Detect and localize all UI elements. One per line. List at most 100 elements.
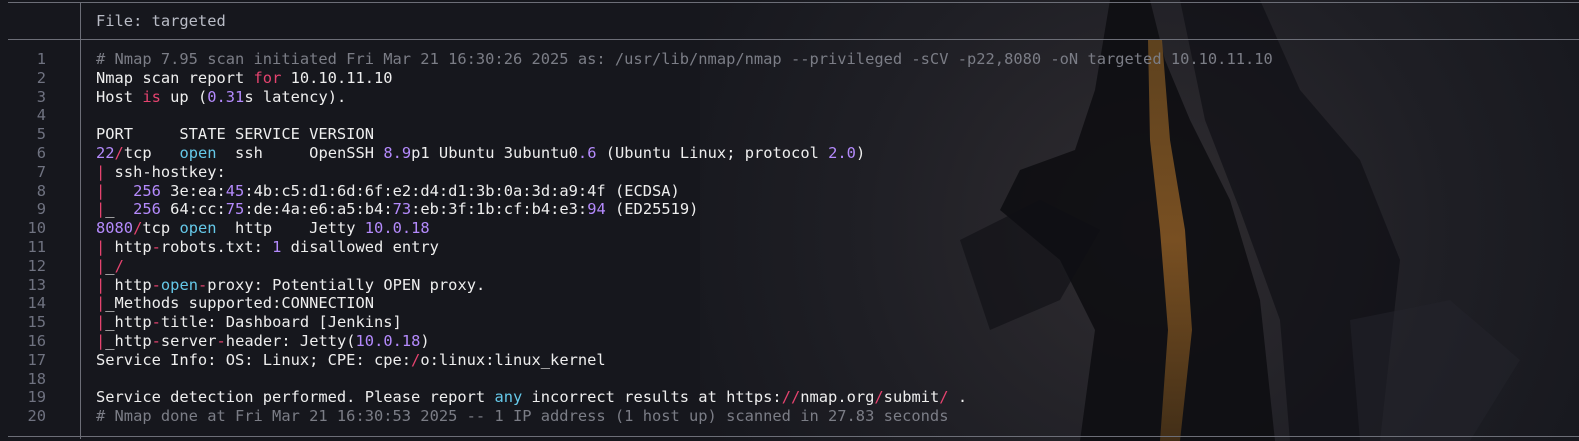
line-text: |_Methods supported:CONNECTION [96, 294, 374, 313]
text-token: | [96, 313, 106, 332]
text-token: // [781, 388, 801, 407]
text-token: http [105, 237, 152, 256]
text-token: _http [105, 331, 152, 350]
line-text: 22/tcp open ssh OpenSSH 8.9p1 Ubuntu 3ub… [96, 144, 865, 163]
text-token: ssh-hostkey: [105, 162, 226, 181]
code-line: 2 Nmap scan report for 10.10.11.10 [0, 69, 1579, 88]
text-token: 73 [392, 200, 412, 219]
code-line: 5 PORT STATE SERVICE VERSION [0, 125, 1579, 144]
line-number: 10 [27, 219, 46, 238]
code-line: 16 |_http-server-header: Jetty(10.0.18) [0, 332, 1579, 351]
text-token: 10.10.11.10 [281, 68, 393, 87]
text-token: 8.9 [383, 143, 412, 162]
text-token: _ [105, 256, 115, 275]
line-text: Nmap scan report for 10.10.11.10 [96, 69, 393, 88]
text-token: | [96, 275, 106, 294]
text-token: # Nmap done at Fri Mar 21 16:30:53 2025 … [96, 407, 949, 426]
code-line: 11 | http-robots.txt: 1 disallowed entry [0, 238, 1579, 257]
text-token: :de:4a:e6:a5:b4: [244, 200, 393, 219]
text-token: | [96, 237, 106, 256]
line-text: Service Info: OS: Linux; CPE: cpe:/o:lin… [96, 351, 606, 370]
text-token: - [151, 313, 161, 332]
code-line: 18 [0, 370, 1579, 389]
text-token: proxy: Potentially OPEN proxy. [207, 275, 486, 294]
text-token: 256 [133, 200, 161, 219]
line-text: # Nmap done at Fri Mar 21 16:30:53 2025 … [96, 407, 948, 426]
line-number: 12 [27, 256, 46, 275]
text-token: ) [855, 143, 866, 162]
line-text: | http-robots.txt: 1 disallowed entry [96, 238, 439, 257]
text-token: | [96, 162, 106, 181]
text-token: | [96, 200, 106, 219]
text-token: / [874, 388, 884, 407]
line-text: |_ 256 64:cc:75:de:4a:e6:a5:b4:73:eb:3f:… [96, 200, 698, 219]
text-token: http [105, 275, 152, 294]
text-token: - [151, 237, 161, 256]
text-token: o:linux:linux_kernel [420, 350, 606, 369]
line-number: 3 [36, 87, 46, 106]
code-line: 15 |_http-title: Dashboard [Jenkins] [0, 313, 1579, 332]
text-token: robots.txt: [160, 237, 273, 256]
line-text: Host is up (0.31s latency). [96, 88, 346, 107]
code-line: 20 # Nmap done at Fri Mar 21 16:30:53 202… [0, 407, 1579, 426]
text-token: 75 [225, 200, 245, 219]
line-text: 8080/tcp open http Jetty 10.0.18 [96, 219, 430, 238]
line-text: | http-open-proxy: Potentially OPEN prox… [96, 276, 485, 295]
text-token: 22 [96, 143, 115, 162]
file-content[interactable]: 1 # Nmap 7.95 scan initiated Fri Mar 21 1… [0, 50, 1579, 426]
text-token: tcp [123, 143, 180, 162]
text-token: / [114, 143, 124, 162]
line-number: 16 [27, 331, 46, 350]
text-token: 64:cc: [160, 200, 226, 219]
top-border [8, 2, 1579, 3]
line-number: 15 [27, 313, 46, 332]
line-text: |_http-title: Dashboard [Jenkins] [96, 313, 402, 332]
text-token: | [96, 294, 106, 313]
text-token: 8080 [96, 219, 134, 238]
text-token: disallowed entry [281, 237, 439, 256]
line-number: 19 [27, 388, 46, 407]
line-text: |_/ [96, 257, 124, 276]
text-token: 10.0.18 [355, 331, 421, 350]
text-token: p1 Ubuntu 3ubuntu0 [411, 143, 578, 162]
line-text: # Nmap 7.95 scan initiated Fri Mar 21 16… [96, 50, 1273, 69]
text-token: Nmap scan report [96, 68, 254, 87]
terminal-pager: File: targeted 1 # Nmap 7.95 scan initiat… [0, 0, 1579, 441]
text-token: title: Dashboard [Jenkins] [160, 313, 402, 332]
text-token: 0.31 [207, 87, 245, 106]
code-line: 10 8080/tcp open http Jetty 10.0.18 [0, 219, 1579, 238]
code-line: 19 Service detection performed. Please re… [0, 388, 1579, 407]
text-token: # Nmap 7.95 scan initiated Fri Mar 21 16… [96, 50, 1273, 68]
text-token: PORT STATE SERVICE VERSION [96, 125, 374, 144]
text-token: Service Info: OS: Linux; CPE: cpe: [96, 350, 412, 369]
code-line: 6 22/tcp open ssh OpenSSH 8.9p1 Ubuntu 3u… [0, 144, 1579, 163]
text-token: / [133, 219, 143, 238]
text-token: _ [105, 200, 134, 219]
bottom-border [8, 436, 1579, 437]
code-line: 17 Service Info: OS: Linux; CPE: cpe:/o:l… [0, 351, 1579, 370]
text-token: . [948, 388, 968, 407]
text-token: open [179, 143, 217, 162]
text-token: (ED25519) [605, 200, 699, 219]
text-token: header: Jetty( [225, 331, 356, 350]
text-token: 10.0.18 [364, 219, 430, 238]
text-token: / [411, 350, 421, 369]
text-token: 94 [587, 200, 606, 219]
code-line: 3 Host is up (0.31s latency). [0, 88, 1579, 107]
text-token: (Ubuntu Linux; protocol [596, 143, 829, 162]
text-token: :eb:3f:1b:cf:b4:e3: [411, 200, 588, 219]
text-token: any [494, 388, 523, 407]
line-number: 4 [36, 106, 46, 125]
text-token: Service detection performed. Please repo… [96, 388, 495, 407]
text-token: Host [96, 87, 143, 106]
code-line: 14 |_Methods supported:CONNECTION [0, 294, 1579, 313]
code-line: 8 | 256 3e:ea:45:4b:c5:d1:6d:6f:e2:d4:d1:… [0, 182, 1579, 201]
line-number: 13 [27, 275, 46, 294]
text-token: 2.0 [828, 143, 856, 162]
text-token: http Jetty [216, 219, 365, 238]
text-token: 1 [272, 237, 282, 256]
line-number: 18 [27, 369, 46, 388]
text-token: server [160, 331, 217, 350]
line-text: | 256 3e:ea:45:4b:c5:d1:6d:6f:e2:d4:d1:3… [96, 182, 680, 201]
text-token: tcp [142, 219, 180, 238]
